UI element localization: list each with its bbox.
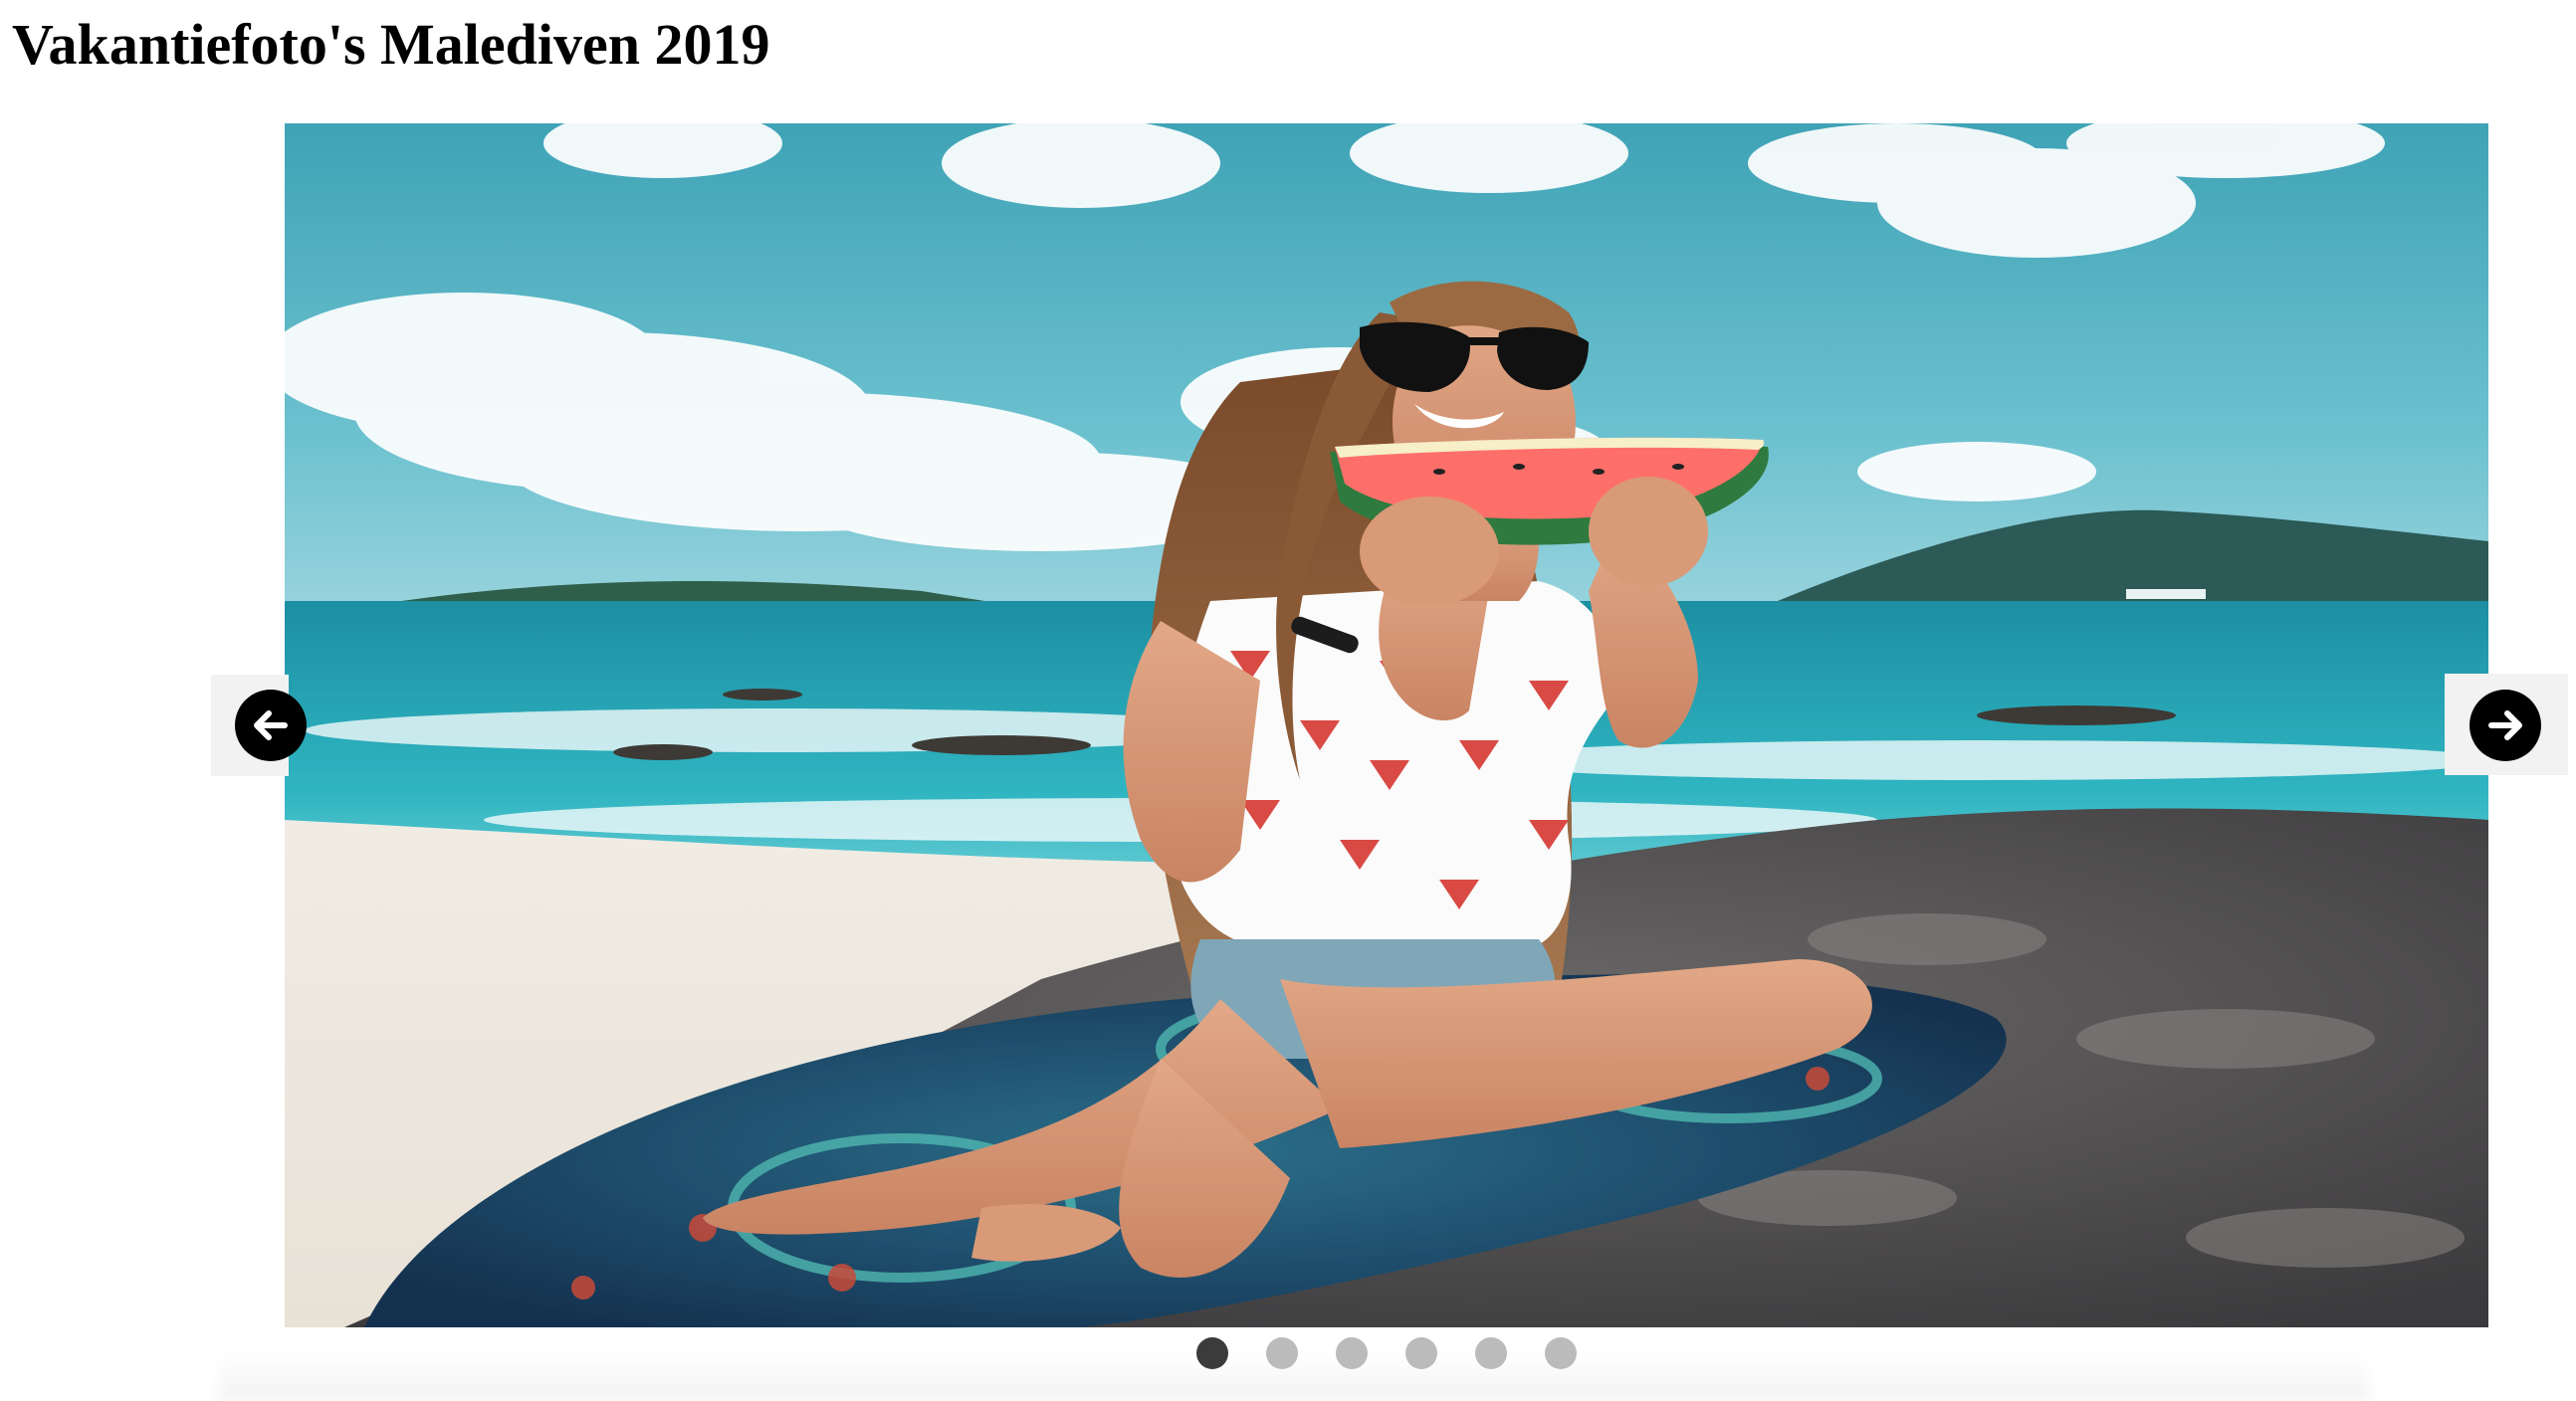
carousel-slide [285, 123, 2488, 1327]
slide-dot-3[interactable] [1336, 1337, 1368, 1369]
slide-photo [285, 123, 2488, 1327]
next-slide-button[interactable] [2445, 674, 2568, 775]
slide-dot-4[interactable] [1405, 1337, 1437, 1369]
slide-dot-2[interactable] [1266, 1337, 1298, 1369]
slide-dot-6[interactable] [1545, 1337, 1577, 1369]
photo-carousel [0, 0, 2576, 1401]
arrow-left-icon [235, 690, 307, 761]
previous-slide-button[interactable] [211, 675, 307, 776]
arrow-right-icon [2469, 690, 2541, 761]
slide-dot-5[interactable] [1475, 1337, 1507, 1369]
slide-dot-1[interactable] [1196, 1337, 1228, 1369]
